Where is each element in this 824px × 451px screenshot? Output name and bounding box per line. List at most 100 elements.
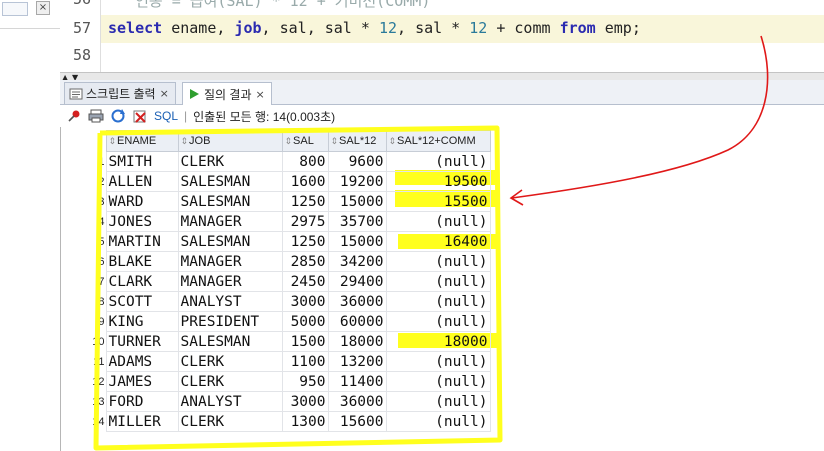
table-cell[interactable]: SALESMAN bbox=[177, 231, 283, 252]
table-row[interactable]: 13 FORD ANALYST 3000 36000 (null) bbox=[90, 391, 491, 412]
table-row[interactable]: 14 MILLER CLERK 1300 15600 (null) bbox=[90, 411, 491, 432]
table-cell[interactable]: 1300 bbox=[281, 411, 329, 432]
sql-button[interactable]: SQL bbox=[154, 109, 178, 123]
table-cell[interactable]: CLERK bbox=[177, 151, 283, 172]
row-number[interactable]: 6 bbox=[90, 251, 106, 272]
table-cell[interactable]: MANAGER bbox=[177, 251, 283, 272]
table-row[interactable]: 4 JONES MANAGER 2975 35700 (null) bbox=[90, 211, 491, 232]
table-cell[interactable]: 3000 bbox=[281, 391, 329, 412]
refresh-icon[interactable] bbox=[110, 108, 126, 124]
table-cell[interactable]: 13200 bbox=[327, 351, 387, 372]
table-cell[interactable]: 1250 bbox=[281, 191, 329, 212]
print-icon[interactable] bbox=[88, 108, 104, 124]
table-cell[interactable]: 19500 bbox=[385, 171, 491, 192]
row-number[interactable]: 5 bbox=[90, 231, 106, 252]
table-row[interactable]: 8 SCOTT ANALYST 3000 36000 (null) bbox=[90, 291, 491, 312]
table-cell[interactable]: 2450 bbox=[281, 271, 329, 292]
table-cell[interactable]: 18000 bbox=[327, 331, 387, 352]
table-cell[interactable]: (null) bbox=[385, 391, 491, 412]
table-cell[interactable]: 11400 bbox=[327, 371, 387, 392]
table-cell[interactable]: JONES bbox=[105, 211, 179, 232]
table-cell[interactable]: 29400 bbox=[327, 271, 387, 292]
table-cell[interactable]: 16400 bbox=[385, 231, 491, 252]
row-number[interactable]: 1 bbox=[90, 151, 106, 172]
table-cell[interactable]: 1600 bbox=[281, 171, 329, 192]
table-row[interactable]: 6 BLAKE MANAGER 2850 34200 (null) bbox=[90, 251, 491, 272]
row-number[interactable]: 8 bbox=[90, 291, 106, 312]
table-cell[interactable]: 15600 bbox=[327, 411, 387, 432]
table-cell[interactable]: (null) bbox=[385, 211, 491, 232]
table-cell[interactable]: 9600 bbox=[327, 151, 387, 172]
table-cell[interactable]: CLARK bbox=[105, 271, 179, 292]
table-cell[interactable]: BLAKE bbox=[105, 251, 179, 272]
table-cell[interactable]: CLERK bbox=[177, 411, 283, 432]
tab-query-result[interactable]: 질의 결과 × bbox=[182, 82, 272, 105]
table-cell[interactable]: 60000 bbox=[327, 311, 387, 332]
table-cell[interactable]: 2850 bbox=[281, 251, 329, 272]
close-icon[interactable]: × bbox=[36, 1, 50, 15]
table-cell[interactable]: 34200 bbox=[327, 251, 387, 272]
table-row[interactable]: 1 SMITH CLERK 800 9600 (null) bbox=[90, 151, 491, 172]
table-row[interactable]: 9 KING PRESIDENT 5000 60000 (null) bbox=[90, 311, 491, 332]
result-grid[interactable]: ⇕ENAME ⇕JOB ⇕SAL ⇕SAL*12 ⇕SAL*12+COMM 1S… bbox=[90, 130, 491, 432]
row-number[interactable]: 3 bbox=[90, 191, 106, 212]
table-row[interactable]: 3 WARD SALESMAN 1250 15000 15500 bbox=[90, 191, 491, 212]
column-header[interactable]: ⇕JOB bbox=[177, 130, 283, 152]
table-cell[interactable]: (null) bbox=[385, 251, 491, 272]
table-cell[interactable]: 1250 bbox=[281, 231, 329, 252]
row-number[interactable]: 13 bbox=[90, 391, 106, 412]
table-cell[interactable]: 1500 bbox=[281, 331, 329, 352]
row-number[interactable]: 7 bbox=[90, 271, 106, 292]
close-icon[interactable]: × bbox=[256, 88, 265, 101]
table-row[interactable]: 10 TURNER SALESMAN 1500 18000 18000 bbox=[90, 331, 491, 352]
column-header[interactable]: ⇕ENAME bbox=[105, 130, 179, 152]
code-line-56[interactable]: 연봉 = 급여(SAL) * 12 + 커미션(COMM) bbox=[108, 0, 430, 11]
table-row[interactable]: 2 ALLEN SALESMAN 1600 19200 19500 bbox=[90, 171, 491, 192]
table-cell[interactable]: (null) bbox=[385, 151, 491, 172]
table-cell[interactable]: ALLEN bbox=[105, 171, 179, 192]
row-number[interactable]: 11 bbox=[90, 351, 106, 372]
table-cell[interactable]: WARD bbox=[105, 191, 179, 212]
left-panel-field[interactable] bbox=[2, 2, 28, 16]
sql-editor[interactable]: 56 57 58 연봉 = 급여(SAL) * 12 + 커미션(COMM) s… bbox=[60, 0, 824, 72]
table-cell[interactable]: ANALYST bbox=[177, 291, 283, 312]
table-cell[interactable]: (null) bbox=[385, 311, 491, 332]
pin-icon[interactable] bbox=[66, 108, 82, 124]
table-cell[interactable]: SCOTT bbox=[105, 291, 179, 312]
table-cell[interactable]: (null) bbox=[385, 411, 491, 432]
table-cell[interactable]: MANAGER bbox=[177, 271, 283, 292]
row-number[interactable]: 12 bbox=[90, 371, 106, 392]
row-number[interactable]: 9 bbox=[90, 311, 106, 332]
table-cell[interactable]: (null) bbox=[385, 371, 491, 392]
close-icon[interactable]: × bbox=[160, 87, 169, 100]
table-cell[interactable]: 3000 bbox=[281, 291, 329, 312]
table-cell[interactable]: 15000 bbox=[327, 191, 387, 212]
table-cell[interactable]: ANALYST bbox=[177, 391, 283, 412]
table-cell[interactable]: SALESMAN bbox=[177, 331, 283, 352]
table-cell[interactable]: (null) bbox=[385, 271, 491, 292]
column-header[interactable]: ⇕SAL*12 bbox=[327, 130, 387, 152]
table-cell[interactable]: MILLER bbox=[105, 411, 179, 432]
column-header[interactable]: ⇕SAL bbox=[281, 130, 329, 152]
table-row[interactable]: 12 JAMES CLERK 950 11400 (null) bbox=[90, 371, 491, 392]
table-cell[interactable]: FORD bbox=[105, 391, 179, 412]
table-cell[interactable]: (null) bbox=[385, 291, 491, 312]
table-cell[interactable]: CLERK bbox=[177, 371, 283, 392]
table-cell[interactable]: PRESIDENT bbox=[177, 311, 283, 332]
table-cell[interactable]: 36000 bbox=[327, 291, 387, 312]
table-cell[interactable]: 800 bbox=[281, 151, 329, 172]
tab-script-output[interactable]: 스크립트 출력 × bbox=[64, 82, 176, 104]
table-cell[interactable]: KING bbox=[105, 311, 179, 332]
table-cell[interactable]: 1100 bbox=[281, 351, 329, 372]
table-cell[interactable]: SALESMAN bbox=[177, 191, 283, 212]
table-row[interactable]: 5 MARTIN SALESMAN 1250 15000 16400 bbox=[90, 231, 491, 252]
table-cell[interactable]: 35700 bbox=[327, 211, 387, 232]
table-row[interactable]: 11 ADAMS CLERK 1100 13200 (null) bbox=[90, 351, 491, 372]
table-cell[interactable]: SMITH bbox=[105, 151, 179, 172]
table-cell[interactable]: (null) bbox=[385, 351, 491, 372]
table-cell[interactable]: CLERK bbox=[177, 351, 283, 372]
table-cell[interactable]: 36000 bbox=[327, 391, 387, 412]
cancel-query-icon[interactable] bbox=[132, 108, 148, 124]
row-number[interactable]: 2 bbox=[90, 171, 106, 192]
table-cell[interactable]: ADAMS bbox=[105, 351, 179, 372]
